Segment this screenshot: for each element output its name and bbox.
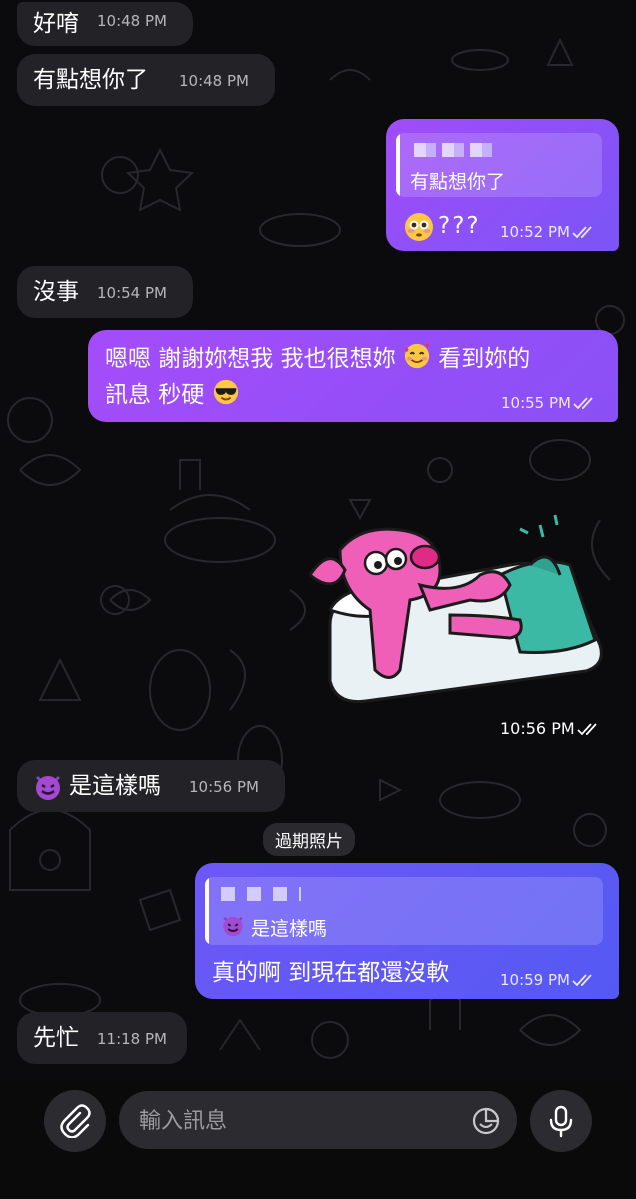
smiling-face-with-hearts-icon (403, 342, 431, 378)
message-text-cont: 看到妳的 (438, 346, 531, 372)
reply-preview[interactable]: 有點想你了 (396, 133, 602, 197)
redacted-name (414, 143, 494, 157)
time-label: 10:55 PM (501, 394, 571, 412)
redacted-name (221, 887, 301, 901)
message-time: 10:52 PM (500, 223, 596, 241)
service-message: 過期照片 (263, 823, 355, 856)
paperclip-icon (60, 1104, 91, 1138)
smiling-imp-icon (33, 771, 63, 809)
message-text: 真的啊 到現在都還沒軟 (212, 960, 450, 986)
message-line-1: 嗯嗯 謝謝妳想我 我也很想妳 看到妳的 (105, 342, 530, 378)
message-time: 10:48 PM (97, 12, 167, 30)
message-text: 沒事 (33, 279, 79, 305)
read-checks-icon (573, 397, 593, 410)
outgoing-message[interactable]: 有點想你了 ??? 10:52 PM (386, 119, 619, 251)
time-label: 10:56 PM (500, 719, 575, 738)
incoming-message[interactable]: 先忙 11:18 PM (17, 1012, 187, 1064)
incoming-message[interactable]: 有點想你了 10:48 PM (17, 54, 275, 106)
read-checks-icon (572, 226, 592, 239)
voice-message-button[interactable] (530, 1090, 592, 1152)
reply-bar (396, 133, 400, 197)
smiling-imp-icon (221, 913, 245, 941)
reply-bar (205, 877, 209, 945)
sticker-message[interactable]: 10:56 PM (300, 505, 620, 745)
message-input-container[interactable] (119, 1091, 517, 1151)
attach-button[interactable] (44, 1090, 106, 1152)
sunglasses-face-icon (212, 378, 240, 414)
message-time: 10:48 PM (179, 72, 249, 90)
incoming-message[interactable]: 沒事 10:54 PM (17, 266, 193, 318)
read-checks-icon (577, 722, 597, 735)
outgoing-message[interactable]: 嗯嗯 謝謝妳想我 我也很想妳 看到妳的 訊息 秒硬 10:55 PM (88, 330, 618, 422)
incoming-message[interactable]: 是這樣嗎 10:56 PM (17, 760, 285, 812)
flushed-face-icon (404, 212, 434, 246)
message-line-2: 訊息 秒硬 (105, 378, 240, 414)
message-time: 11:18 PM (97, 1030, 167, 1048)
outgoing-message[interactable]: 是這樣嗎 真的啊 到現在都還沒軟 10:59 PM (195, 863, 619, 999)
message-text: ??? (438, 213, 481, 239)
message-time: 10:54 PM (97, 284, 167, 302)
message-time: 10:59 PM (500, 971, 596, 989)
reply-text: 有點想你了 (410, 171, 506, 193)
message-text: 嗯嗯 謝謝妳想我 我也很想妳 (105, 346, 396, 372)
message-text: 先忙 (33, 1025, 79, 1051)
message-text: 是這樣嗎 (69, 773, 161, 799)
sticker-icon[interactable] (471, 1106, 501, 1140)
message-time: 10:56 PM (189, 778, 259, 796)
reply-preview[interactable]: 是這樣嗎 (205, 877, 603, 945)
time-label: 10:59 PM (500, 971, 570, 989)
message-time: 10:56 PM (500, 719, 601, 738)
read-checks-icon (572, 974, 592, 987)
incoming-message[interactable]: 好唷 10:48 PM (17, 2, 193, 46)
message-text: 好唷 (33, 11, 79, 37)
message-input[interactable] (137, 1091, 471, 1151)
time-label: 10:52 PM (500, 223, 570, 241)
reply-text: 是這樣嗎 (251, 918, 328, 940)
message-text: 有點想你了 (33, 67, 148, 93)
message-text: 訊息 秒硬 (105, 382, 205, 408)
microphone-icon (549, 1105, 573, 1138)
message-time: 10:55 PM (501, 394, 597, 412)
pink-dog-in-bed-sticker (308, 514, 603, 704)
